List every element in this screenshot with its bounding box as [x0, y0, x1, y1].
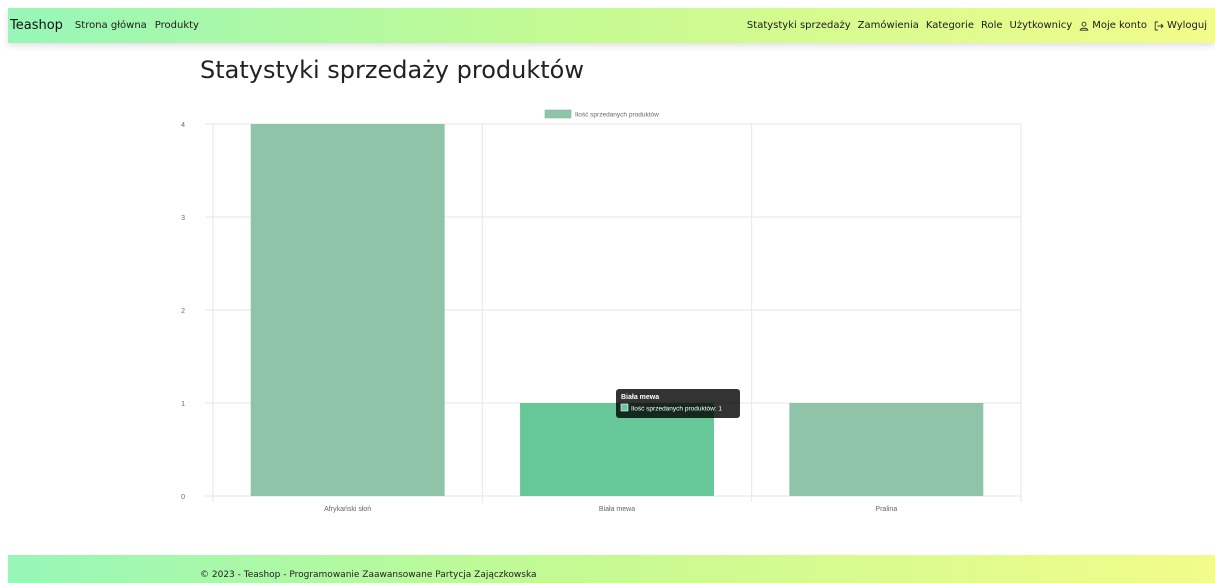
tooltip-title: Biała mewa [621, 394, 659, 401]
y-tick-label: 2 [181, 308, 185, 315]
footer-copyright: © 2023 - Teashop - Programowanie Zaawans… [200, 570, 537, 580]
footer: © 2023 - Teashop - Programowanie Zaawans… [8, 555, 1215, 583]
legend-swatch[interactable] [544, 109, 572, 119]
bar[interactable] [250, 124, 445, 496]
y-tick-label: 4 [181, 122, 185, 129]
x-tick-label: Biała mewa [599, 506, 635, 513]
x-tick-label: Pralina [875, 506, 897, 513]
sales-bar-chart: 0 1 2 3 4 Afrykański słoń Biała mewa Pralina Ilo… [181, 109, 1022, 513]
y-tick-label: 1 [181, 401, 185, 408]
y-tick-label: 3 [181, 215, 185, 222]
tooltip-swatch [620, 403, 629, 412]
x-tick-label: Afrykański słoń [324, 506, 371, 513]
bar[interactable] [789, 403, 984, 496]
y-tick-label: 0 [181, 494, 185, 501]
legend-label[interactable]: Ilość sprzedanych produktów [575, 112, 659, 119]
tooltip-label: Ilość sprzedanych produktów: 1 [631, 406, 722, 413]
